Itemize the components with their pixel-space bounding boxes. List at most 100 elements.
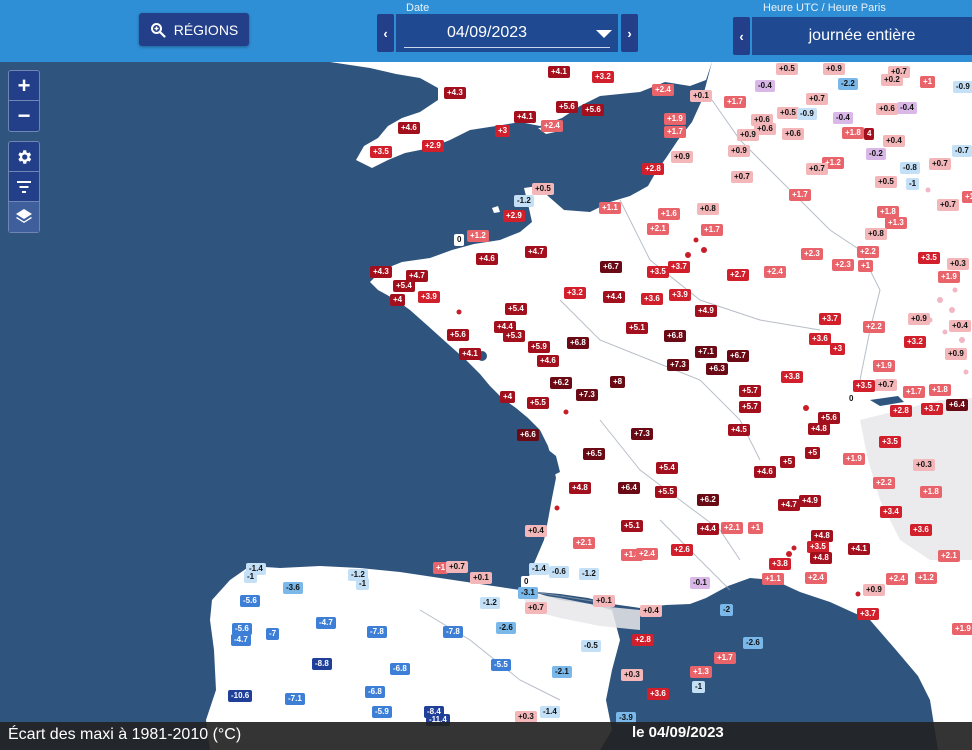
station-anomaly-label[interactable]: -1.2: [579, 568, 599, 580]
station-anomaly-label[interactable]: +3.5: [370, 146, 392, 158]
station-anomaly-label[interactable]: +3.5: [853, 380, 875, 392]
station-anomaly-label[interactable]: -7: [266, 628, 280, 640]
station-anomaly-label[interactable]: +2.2: [863, 321, 885, 333]
station-anomaly-label[interactable]: +0.5: [777, 107, 799, 119]
station-anomaly-label[interactable]: +4.7: [525, 246, 547, 258]
station-anomaly-label[interactable]: +5.6: [582, 104, 604, 116]
station-anomaly-label[interactable]: +4.6: [537, 355, 559, 367]
station-anomaly-label[interactable]: +0.3: [947, 258, 969, 270]
station-anomaly-label[interactable]: -1.2: [514, 195, 534, 207]
station-anomaly-label[interactable]: +4.9: [799, 495, 821, 507]
station-anomaly-label[interactable]: +4.8: [810, 552, 832, 564]
station-anomaly-label[interactable]: +2.1: [573, 537, 595, 549]
station-anomaly-label[interactable]: -8.8: [312, 658, 332, 670]
station-anomaly-label[interactable]: +0.5: [776, 63, 798, 75]
station-anomaly-label[interactable]: +1.7: [714, 652, 736, 664]
date-select[interactable]: 04/09/2023: [396, 14, 618, 52]
regions-button[interactable]: RÉGIONS: [139, 13, 249, 46]
station-anomaly-label[interactable]: +3.8: [769, 558, 791, 570]
station-anomaly-label[interactable]: +3.7: [819, 313, 841, 325]
station-anomaly-label[interactable]: -0.4: [897, 102, 917, 114]
station-anomaly-label[interactable]: +3.6: [809, 333, 831, 345]
station-anomaly-label[interactable]: +3.6: [910, 524, 932, 536]
station-anomaly-label[interactable]: +0.7: [525, 602, 547, 614]
station-anomaly-label[interactable]: +3.6: [647, 688, 669, 700]
station-anomaly-label[interactable]: +6.2: [697, 494, 719, 506]
station-anomaly-label[interactable]: +4.4: [697, 523, 719, 535]
station-anomaly-label[interactable]: -6.8: [390, 663, 410, 675]
settings-button[interactable]: [9, 142, 39, 172]
previous-time-button[interactable]: ‹: [733, 17, 750, 55]
station-anomaly-label[interactable]: +1.9: [938, 271, 960, 283]
station-anomaly-label[interactable]: +1: [858, 260, 874, 272]
station-anomaly-label[interactable]: +5: [780, 456, 796, 468]
station-anomaly-label[interactable]: +3.5: [918, 252, 940, 264]
station-anomaly-label[interactable]: +4.1: [848, 543, 870, 555]
station-anomaly-label[interactable]: +0.4: [525, 525, 547, 537]
station-anomaly-label[interactable]: +6.8: [567, 337, 589, 349]
station-anomaly-label[interactable]: +0.6: [782, 128, 804, 140]
station-anomaly-label[interactable]: +1.8: [920, 486, 942, 498]
station-anomaly-label[interactable]: +5.6: [447, 329, 469, 341]
station-anomaly-label[interactable]: +5.1: [621, 520, 643, 532]
station-anomaly-label[interactable]: -0.6: [549, 566, 569, 578]
zoom-in-button[interactable]: +: [9, 71, 39, 101]
station-anomaly-label[interactable]: +3.9: [669, 289, 691, 301]
station-anomaly-label[interactable]: -5.9: [372, 706, 392, 718]
station-anomaly-label[interactable]: -4.7: [316, 617, 336, 629]
station-anomaly-label[interactable]: +6.2: [550, 377, 572, 389]
station-anomaly-label[interactable]: 4: [864, 128, 875, 140]
station-anomaly-label[interactable]: +0.4: [640, 605, 662, 617]
station-anomaly-label[interactable]: +8: [610, 376, 626, 388]
station-anomaly-label[interactable]: +4.1: [548, 66, 570, 78]
station-anomaly-label[interactable]: -0.4: [833, 112, 853, 124]
station-anomaly-label[interactable]: +0.1: [690, 90, 712, 102]
station-anomaly-label[interactable]: +0.4: [949, 320, 971, 332]
station-anomaly-label[interactable]: +5.9: [528, 341, 550, 353]
map-canvas[interactable]: [0, 0, 972, 750]
station-anomaly-label[interactable]: -0.5: [581, 640, 601, 652]
station-anomaly-label[interactable]: +1: [748, 522, 764, 534]
station-anomaly-label[interactable]: +4.9: [695, 305, 717, 317]
station-anomaly-label[interactable]: +0.9: [945, 348, 967, 360]
station-anomaly-label[interactable]: +4.8: [569, 482, 591, 494]
station-anomaly-label[interactable]: +1.2: [467, 230, 489, 242]
time-select[interactable]: journée entière: [752, 17, 972, 55]
station-anomaly-label[interactable]: +5.1: [626, 322, 648, 334]
station-anomaly-label[interactable]: +1.9: [952, 623, 972, 635]
station-anomaly-label[interactable]: +2.2: [857, 246, 879, 258]
station-anomaly-label[interactable]: +1.7: [664, 126, 686, 138]
station-anomaly-label[interactable]: +1.6: [658, 208, 680, 220]
station-anomaly-label[interactable]: +6.3: [706, 363, 728, 375]
previous-date-button[interactable]: ‹: [377, 14, 394, 52]
station-anomaly-label[interactable]: -0.7: [952, 145, 972, 157]
station-anomaly-label[interactable]: +1.9: [873, 360, 895, 372]
station-anomaly-label[interactable]: -0.2: [866, 148, 886, 160]
station-anomaly-label[interactable]: +5.3: [503, 330, 525, 342]
filter-button[interactable]: [9, 172, 39, 202]
station-anomaly-label[interactable]: +0.1: [470, 572, 492, 584]
station-anomaly-label[interactable]: +4.6: [398, 122, 420, 134]
station-anomaly-label[interactable]: +2.1: [721, 522, 743, 534]
station-anomaly-label[interactable]: +5.6: [556, 101, 578, 113]
station-anomaly-label[interactable]: -6.8: [365, 686, 385, 698]
station-anomaly-label[interactable]: +3.7: [668, 261, 690, 273]
station-anomaly-label[interactable]: +6.6: [517, 429, 539, 441]
station-anomaly-label[interactable]: +1.9: [843, 453, 865, 465]
station-anomaly-label[interactable]: +2.4: [764, 266, 786, 278]
station-anomaly-label[interactable]: +0.3: [913, 459, 935, 471]
station-anomaly-label[interactable]: -3.6: [283, 582, 303, 594]
station-anomaly-label[interactable]: +3: [495, 125, 511, 137]
station-anomaly-label[interactable]: +5: [805, 447, 821, 459]
station-anomaly-label[interactable]: +4.6: [754, 466, 776, 478]
station-anomaly-label[interactable]: +1.3: [885, 217, 907, 229]
station-anomaly-label[interactable]: -1.4: [529, 563, 549, 575]
station-anomaly-label[interactable]: +1: [962, 191, 972, 203]
station-anomaly-label[interactable]: +4: [390, 294, 406, 306]
station-anomaly-label[interactable]: +1.8: [929, 384, 951, 396]
station-anomaly-label[interactable]: +1: [920, 76, 936, 88]
station-anomaly-label[interactable]: +0.7: [875, 379, 897, 391]
station-anomaly-label[interactable]: +7.3: [667, 359, 689, 371]
station-anomaly-label[interactable]: -0.9: [797, 108, 817, 120]
station-anomaly-label[interactable]: -2: [720, 604, 734, 616]
